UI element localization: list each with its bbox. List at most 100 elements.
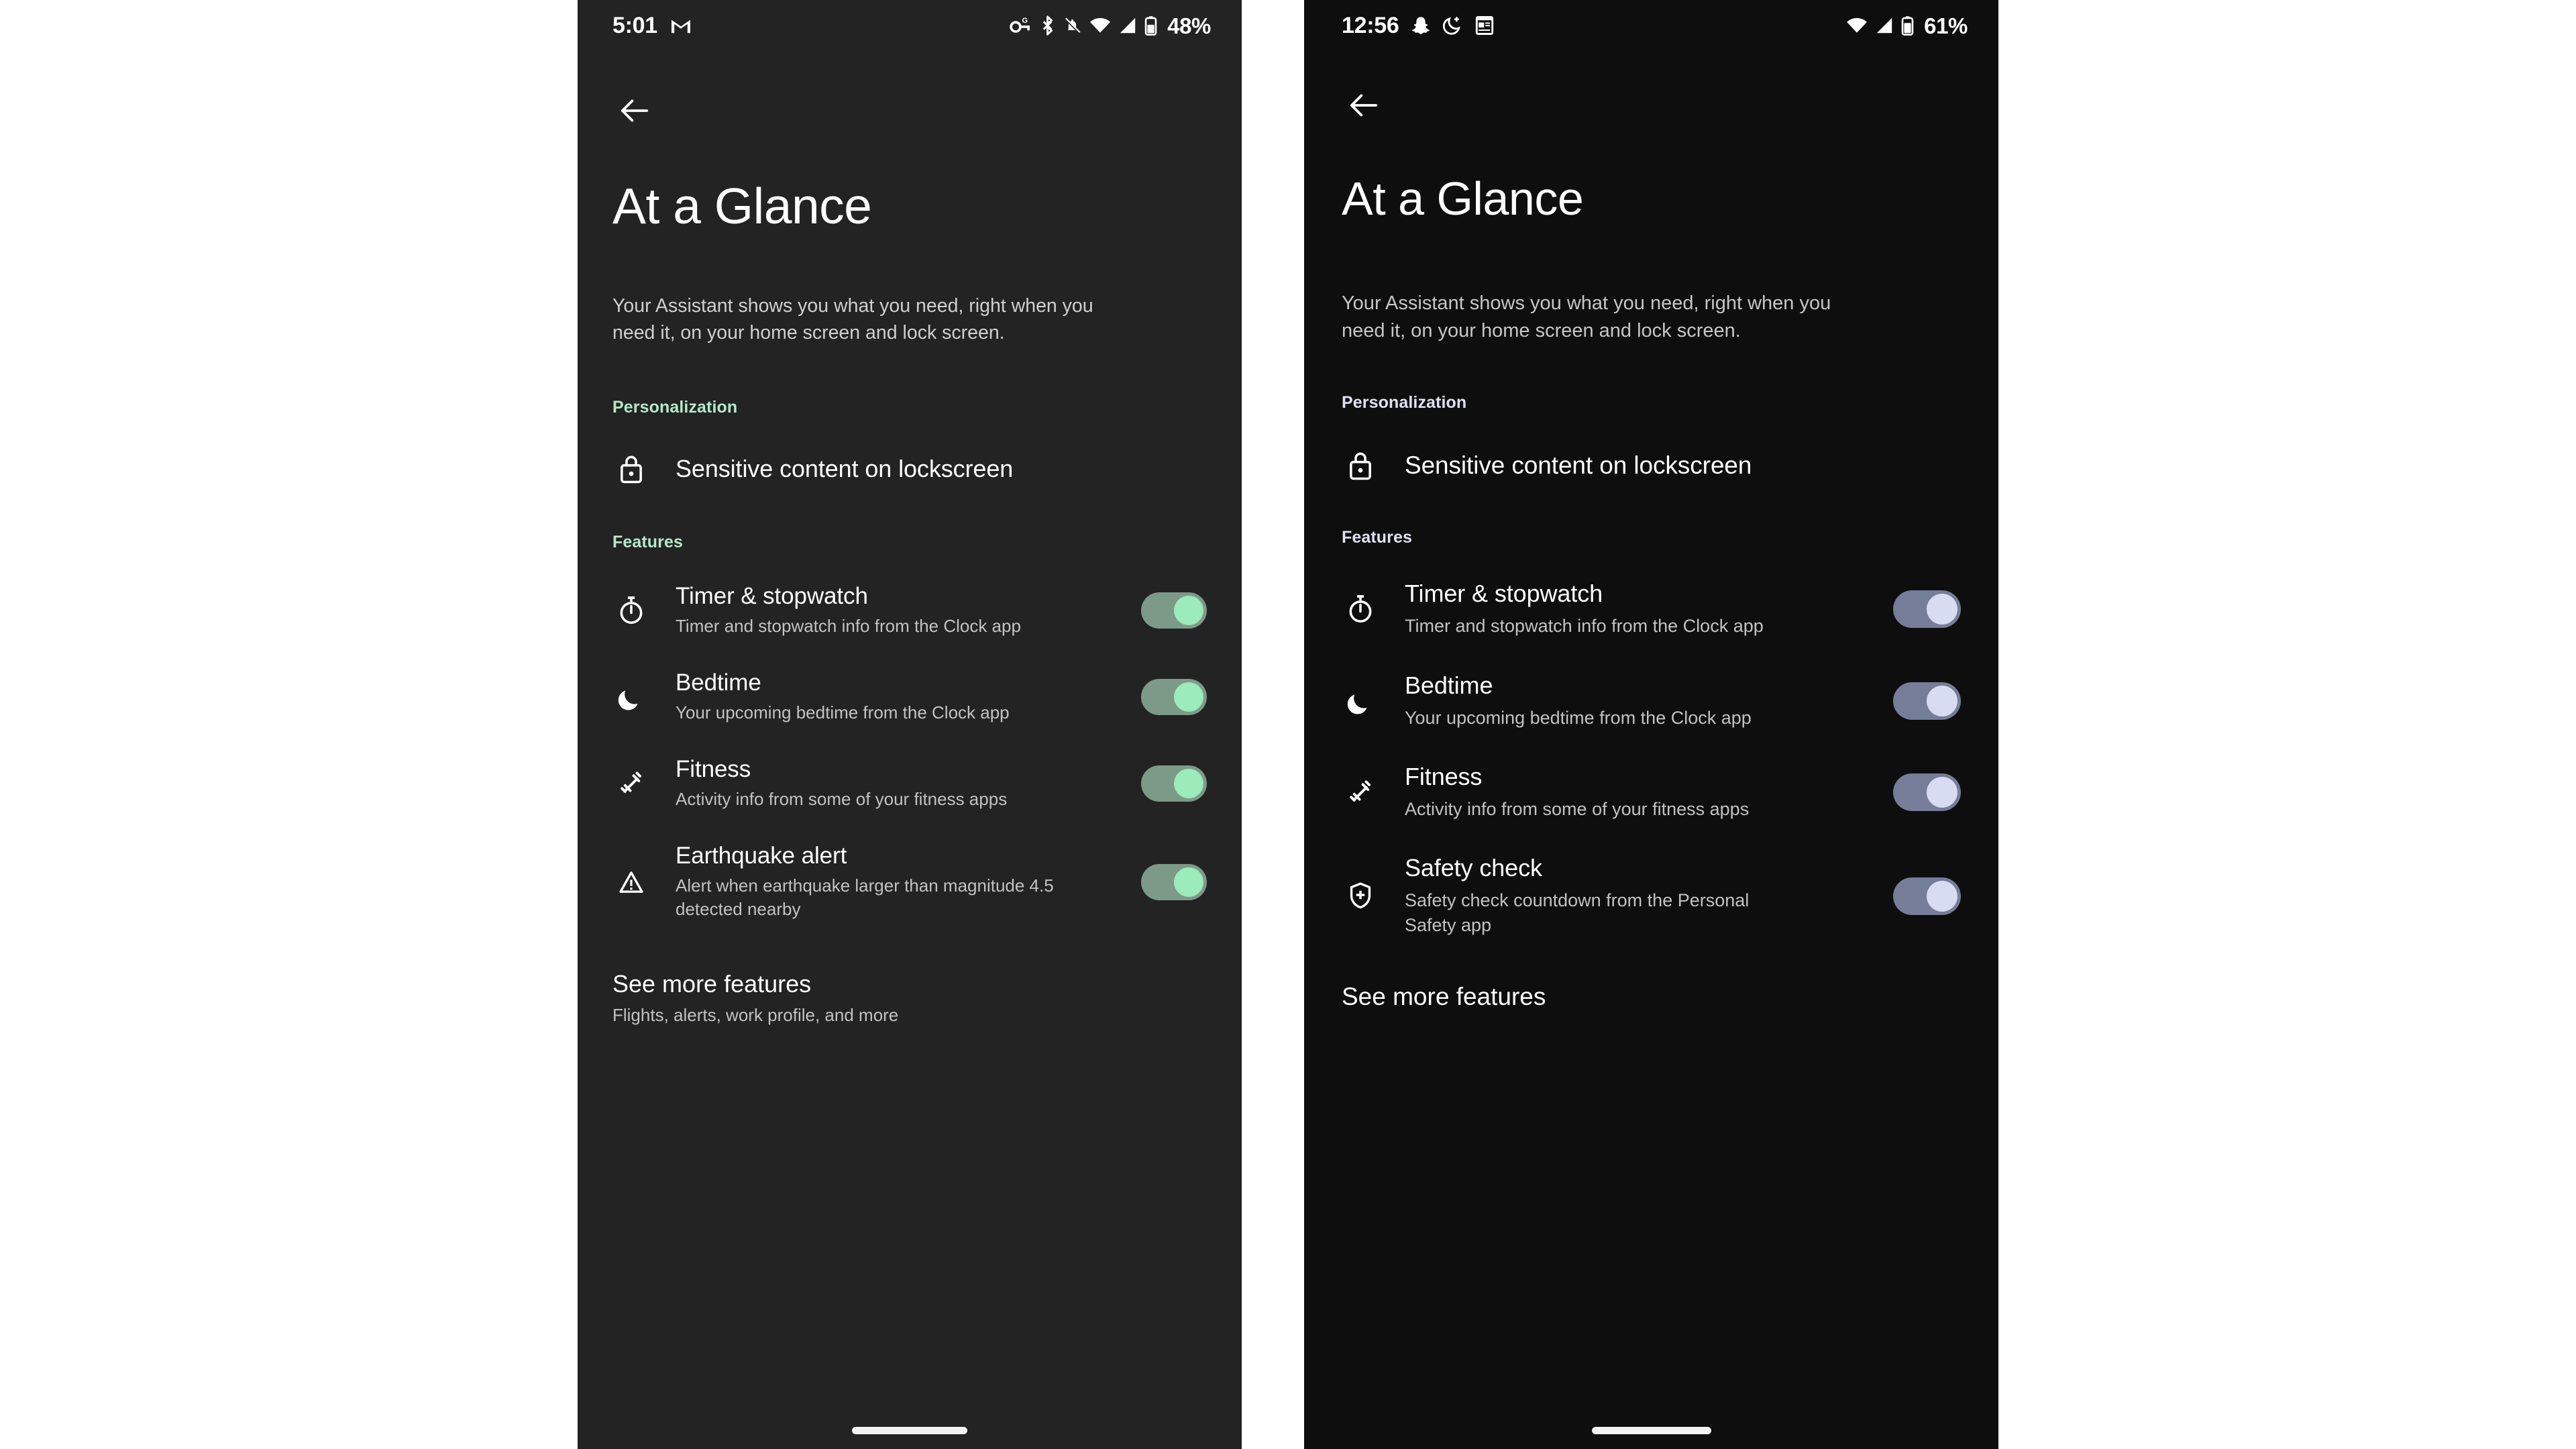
toggle-thumb	[1174, 682, 1203, 712]
battery-icon	[1144, 16, 1157, 36]
status-bar-right-group: 61%	[1846, 15, 1968, 37]
moon-icon	[612, 682, 650, 712]
row-subtitle: Timer and stopwatch info from the Clock …	[676, 615, 1021, 636]
row-text: Safety check Safety check countdown from…	[1405, 854, 1876, 938]
toggle-thumb	[1174, 769, 1203, 799]
row-timer-and-stopwatch[interactable]: Timer & stopwatch Timer and stopwatch in…	[612, 583, 1207, 639]
row-bedtime[interactable]: Bedtime Your upcoming bedtime from the C…	[1342, 672, 1961, 731]
toggle-timer-and-stopwatch[interactable]	[1141, 592, 1207, 629]
back-arrow-icon	[621, 99, 649, 122]
toggle-thumb	[1927, 594, 1957, 625]
row-fitness[interactable]: Fitness Activity info from some of your …	[612, 756, 1207, 812]
mobile-signal-icon	[1120, 17, 1136, 34]
status-bar-right-group: G 48%	[1010, 15, 1211, 37]
wifi-icon	[1847, 17, 1868, 33]
status-bar-clock: 12:56	[1342, 13, 1399, 38]
gmail-icon	[671, 19, 690, 34]
see-more-features-subtitle: Flights, alerts, work profile, and more	[612, 1005, 899, 1026]
status-bar-left-group: 12:56	[1342, 14, 1494, 37]
dumbbell-icon	[1342, 777, 1379, 808]
settings-screen-left: At a Glance Your Assistant shows you wha…	[578, 133, 1242, 1449]
toggle-thumb	[1174, 867, 1203, 897]
mobile-signal-icon	[1876, 17, 1892, 34]
row-title: Sensitive content on lockscreen	[676, 454, 1014, 482]
battery-percent-label: 48%	[1167, 13, 1211, 38]
comparison-screenshot: 5:01 G 48% At a Glance Your Assistant sh…	[0, 0, 2576, 1449]
back-arrow-icon	[1350, 94, 1378, 117]
row-text: Earthquake alert Alert when earthquake l…	[676, 843, 1124, 922]
news-icon	[1476, 15, 1494, 36]
status-bar-left-group: 5:01	[612, 14, 692, 37]
moon-icon	[1342, 686, 1379, 716]
toggle-timer-and-stopwatch[interactable]	[1893, 590, 1961, 629]
back-button-row-left	[578, 51, 1242, 133]
dumbbell-icon	[612, 768, 650, 799]
battery-percent-label: 61%	[1924, 13, 1968, 38]
see-more-features-left[interactable]: See more features Flights, alerts, work …	[612, 970, 1207, 1026]
row-text: Timer & stopwatch Timer and stopwatch in…	[676, 583, 1124, 639]
wifi-icon	[1090, 17, 1111, 33]
lock-icon	[1342, 450, 1379, 481]
toggle-safety-check[interactable]	[1893, 877, 1961, 915]
toggle-thumb	[1927, 776, 1957, 808]
row-title: Bedtime	[676, 669, 761, 696]
snapchat-icon	[1412, 17, 1430, 34]
back-button[interactable]	[1342, 83, 1386, 127]
passkey-icon: G	[1010, 17, 1030, 33]
row-fitness[interactable]: Fitness Activity info from some of your …	[1342, 763, 1961, 822]
page-title: At a Glance	[1342, 172, 1584, 225]
row-timer-and-stopwatch[interactable]: Timer & stopwatch Timer and stopwatch in…	[1342, 580, 1961, 639]
section-header-personalization: Personalization	[612, 397, 738, 417]
page-title: At a Glance	[612, 178, 872, 234]
row-subtitle: Your upcoming bedtime from the Clock app	[676, 702, 1010, 722]
toggle-thumb	[1174, 596, 1203, 626]
row-text: Bedtime Your upcoming bedtime from the C…	[1405, 672, 1876, 731]
row-title: Timer & stopwatch	[1405, 580, 1603, 608]
toggle-thumb	[1927, 685, 1957, 716]
lock-icon	[612, 453, 650, 484]
home-indicator[interactable]	[852, 1427, 967, 1434]
toggle-earthquake-alert[interactable]	[1141, 863, 1207, 900]
notifications-off-icon	[1065, 17, 1081, 34]
row-text: Fitness Activity info from some of your …	[1405, 763, 1876, 822]
section-header-personalization: Personalization	[1342, 393, 1467, 413]
row-earthquake-alert[interactable]: Earthquake alert Alert when earthquake l…	[612, 843, 1207, 922]
toggle-fitness[interactable]	[1141, 765, 1207, 802]
status-bar-left: 5:01 G 48%	[578, 0, 1242, 51]
bluetooth-icon	[1042, 15, 1053, 36]
stopwatch-icon	[1342, 594, 1379, 625]
page-description: Your Assistant shows you what you need, …	[612, 295, 1093, 344]
toggle-bedtime[interactable]	[1141, 679, 1207, 716]
row-sensitive-content-on-lockscreen[interactable]: Sensitive content on lockscreen	[612, 453, 1207, 484]
warning-triangle-icon	[612, 867, 650, 898]
row-title: Bedtime	[1405, 671, 1493, 699]
row-text: Fitness Activity info from some of your …	[676, 756, 1124, 812]
toggle-bedtime[interactable]	[1893, 682, 1961, 720]
home-indicator[interactable]	[1591, 1427, 1711, 1434]
phone-right: 12:56 61% At a Glance Your Assistant sho…	[1304, 0, 1998, 1449]
phone-left: 5:01 G 48% At a Glance Your Assistant sh…	[578, 0, 1242, 1449]
row-bedtime[interactable]: Bedtime Your upcoming bedtime from the C…	[612, 669, 1207, 725]
shield-check-icon	[1342, 881, 1379, 912]
row-title: Timer & stopwatch	[676, 582, 868, 609]
see-more-features-title: See more features	[1342, 982, 1546, 1010]
section-header-features: Features	[1342, 528, 1413, 547]
row-title: Earthquake alert	[676, 842, 847, 869]
stopwatch-icon	[612, 595, 650, 626]
see-more-features-right[interactable]: See more features	[1342, 983, 1961, 1011]
row-title: Sensitive content on lockscreen	[1405, 451, 1752, 480]
svg-text:G: G	[1022, 17, 1028, 25]
row-subtitle: Safety check countdown from the Personal…	[1405, 890, 1750, 936]
see-more-features-title: See more features	[612, 970, 812, 998]
row-safety-check[interactable]: Safety check Safety check countdown from…	[1342, 854, 1961, 938]
row-subtitle: Your upcoming bedtime from the Clock app	[1405, 707, 1752, 728]
battery-icon	[1901, 16, 1914, 36]
row-text: Bedtime Your upcoming bedtime from the C…	[676, 669, 1124, 725]
back-button[interactable]	[612, 89, 657, 133]
row-subtitle: Timer and stopwatch info from the Clock …	[1405, 616, 1764, 637]
row-sensitive-content-on-lockscreen[interactable]: Sensitive content on lockscreen	[1342, 450, 1961, 481]
back-button-row-right	[1304, 51, 1998, 127]
page-description: Your Assistant shows you what you need, …	[1342, 292, 1831, 342]
toggle-fitness[interactable]	[1893, 773, 1961, 811]
settings-screen-right: At a Glance Your Assistant shows you wha…	[1304, 127, 1998, 1449]
